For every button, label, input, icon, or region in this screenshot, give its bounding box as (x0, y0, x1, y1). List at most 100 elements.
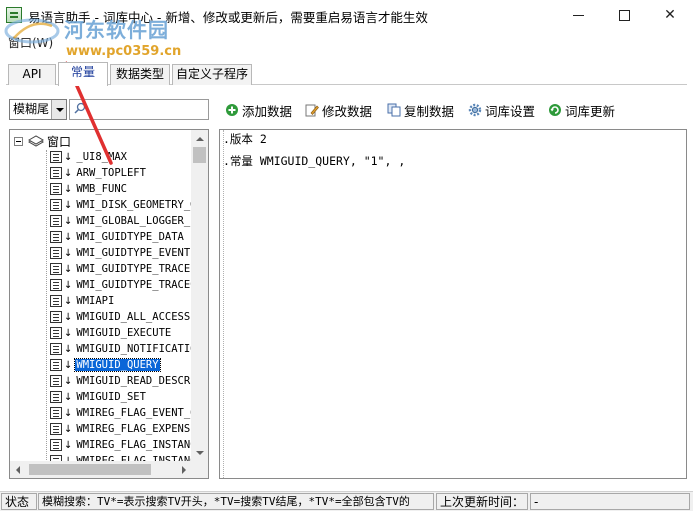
refresh-icon (549, 104, 561, 116)
constant-icon (50, 247, 62, 259)
search-icon (74, 102, 86, 114)
search-mode-select[interactable]: 模糊尾 (9, 99, 67, 120)
tree-item[interactable]: ↓ WMIGUID_SET (50, 389, 192, 405)
constant-icon (50, 183, 62, 195)
tree-item[interactable]: ↓ WMI_GUIDTYPE_EVENT (50, 245, 192, 261)
constant-icon (50, 375, 62, 387)
tree-item[interactable]: ↓ WMIGUID_QUERY (50, 357, 192, 373)
library-settings-button[interactable]: 词库设置 (468, 101, 535, 119)
search-input[interactable] (69, 99, 209, 120)
tree-item-label: WMIGUID_ALL_ACCESS (76, 311, 191, 323)
tab-constants[interactable]: 常量 (58, 62, 108, 86)
tree-item-label: WMIREG_FLAG_EXPENSIV (76, 423, 192, 435)
tree-item[interactable]: ↓ ARW_TOPLEFT (50, 165, 192, 181)
search-hint: 模糊搜索：TV*=表示搜索TV开头，*TV=搜索TV结尾，*TV*=全部包含TV… (38, 493, 434, 510)
tree-item[interactable]: ↓ WMI_GLOBAL_LOGGER_ID (50, 213, 192, 229)
edit-data-label: 修改数据 (322, 103, 373, 119)
editor-gutter (220, 130, 224, 478)
constant-icon (50, 327, 62, 339)
library-icon (28, 135, 44, 147)
add-data-button[interactable]: 添加数据 (225, 101, 292, 119)
add-icon (226, 104, 238, 116)
arrow-down-icon: ↓ (64, 295, 73, 307)
hscroll-thumb[interactable] (29, 464, 151, 475)
arrow-down-icon: ↓ (64, 343, 73, 355)
scroll-down-icon[interactable] (191, 445, 208, 462)
watermark-logo-icon (4, 18, 60, 44)
constant-icon (50, 311, 62, 323)
arrow-down-icon: ↓ (64, 279, 73, 291)
scroll-thumb[interactable] (193, 147, 206, 163)
tab-custom-subroutines[interactable]: 自定义子程序 (172, 64, 252, 85)
collapse-icon[interactable] (14, 136, 23, 146)
minimize-button[interactable] (555, 0, 601, 30)
tree-item[interactable]: ↓WMI_DISK_GEOMETRY_GUI (50, 197, 192, 213)
tree-item[interactable]: ↓ WMIGUID_NOTIFICATION (50, 341, 192, 357)
arrow-down-icon: ↓ (64, 391, 73, 403)
constant-tree[interactable]: 窗口 ↓ _UI8_MAX ↓ ARW_TOPLEFT ↓ WMB_FUNC ↓ WMI_DI… (9, 129, 209, 479)
tree-item[interactable]: ↓ WMIREG_FLAG_INSTANCE (50, 437, 192, 453)
arrow-down-icon: ↓ (64, 375, 73, 387)
tree-item-label: WMIREG_FLAG_INSTANCE (76, 439, 192, 451)
tree-horizontal-scrollbar[interactable] (10, 461, 192, 478)
arrow-down-icon: ↓ (64, 183, 73, 195)
scroll-left-icon[interactable] (10, 461, 27, 478)
tree-item-label: WMI_GUIDTYPE_TRACECO (76, 279, 192, 291)
arrow-down-icon: ↓ (64, 151, 73, 163)
constant-icon (50, 167, 62, 179)
arrow-down-icon: ↓ (64, 231, 73, 243)
tree-item-label: WMIGUID_NOTIFICATION (76, 343, 192, 355)
scrollbar-corner (191, 461, 208, 478)
tree-item[interactable]: ↓ WMIREG_FLAG_EVENT_ON (50, 405, 192, 421)
edit-data-button[interactable]: 修改数据 (305, 101, 372, 119)
tree-root-label: 窗口 (47, 134, 72, 149)
constant-icon (50, 423, 62, 435)
tree-item[interactable]: ↓ WMIGUID_EXECUTE (50, 325, 192, 341)
watermark-url: www.pc0359.cn (66, 44, 182, 59)
close-button[interactable]: ✕ (647, 0, 693, 30)
library-settings-label: 词库设置 (485, 103, 536, 119)
tree-item[interactable]: ↓WMIGUID_READ_DESCRIPT (50, 373, 192, 389)
tree-item-label: WMIREG_FLAG_EVENT_ON (76, 407, 192, 419)
tree-item[interactable]: ↓ WMI_GUIDTYPE_DATA (50, 229, 192, 245)
arrow-down-icon: ↓ (64, 247, 73, 259)
copy-data-button[interactable]: 复制数据 (387, 101, 454, 119)
constant-icon (50, 359, 62, 371)
tree-item-label: ARW_TOPLEFT (76, 167, 146, 179)
code-editor[interactable]: .版本 2 .常量 WMIGUID_QUERY, "1", , (219, 129, 687, 479)
arrow-down-icon: ↓ (64, 311, 73, 323)
tree-item[interactable]: ↓ WMI_GUIDTYPE_TRACE (50, 261, 192, 277)
maximize-button[interactable] (601, 0, 647, 30)
tree-item[interactable]: ↓ WMIREG_FLAG_EXPENSIV (50, 421, 192, 437)
tab-api[interactable]: API (8, 64, 56, 85)
arrow-down-icon: ↓ (64, 215, 73, 227)
tree-item[interactable]: ↓ WMB_FUNC (50, 181, 192, 197)
tree-item[interactable]: ↓ WMIGUID_ALL_ACCESS (50, 309, 192, 325)
library-update-button[interactable]: 词库更新 (548, 101, 615, 119)
tree-item[interactable]: ↓ WMIAPI (50, 293, 192, 309)
search-mode-value: 模糊尾 (13, 102, 50, 116)
tree-item[interactable]: ↓ _UI8_MAX (50, 149, 192, 165)
arrow-down-icon: ↓ (64, 199, 73, 211)
constant-icon (50, 439, 62, 451)
chevron-down-icon[interactable] (51, 100, 66, 119)
tree-item[interactable]: ↓ WMI_GUIDTYPE_TRACECO (50, 277, 192, 293)
constant-icon (50, 407, 62, 419)
copy-data-label: 复制数据 (404, 103, 455, 119)
tree-root[interactable]: 窗口 (14, 133, 71, 149)
maximize-icon (618, 9, 630, 21)
tree-item-label: WMIGUID_READ_DESCRIPT (76, 375, 192, 387)
arrow-down-icon: ↓ (64, 327, 73, 339)
code-line-version: .版本 2 (223, 132, 267, 146)
edit-icon (305, 104, 319, 117)
tab-data-types[interactable]: 数据类型 (110, 64, 170, 85)
tree-item-label: WMI_DISK_GEOMETRY_GUI (76, 199, 192, 211)
tree-vertical-scrollbar[interactable] (191, 130, 208, 462)
scroll-up-icon[interactable] (191, 130, 208, 147)
tree-item-label: WMI_GUIDTYPE_TRACE (76, 263, 191, 275)
arrow-down-icon: ↓ (64, 263, 73, 275)
scroll-right-icon[interactable] (175, 461, 192, 478)
constant-icon (50, 279, 62, 291)
copy-icon (387, 103, 401, 117)
constant-icon (50, 199, 62, 211)
